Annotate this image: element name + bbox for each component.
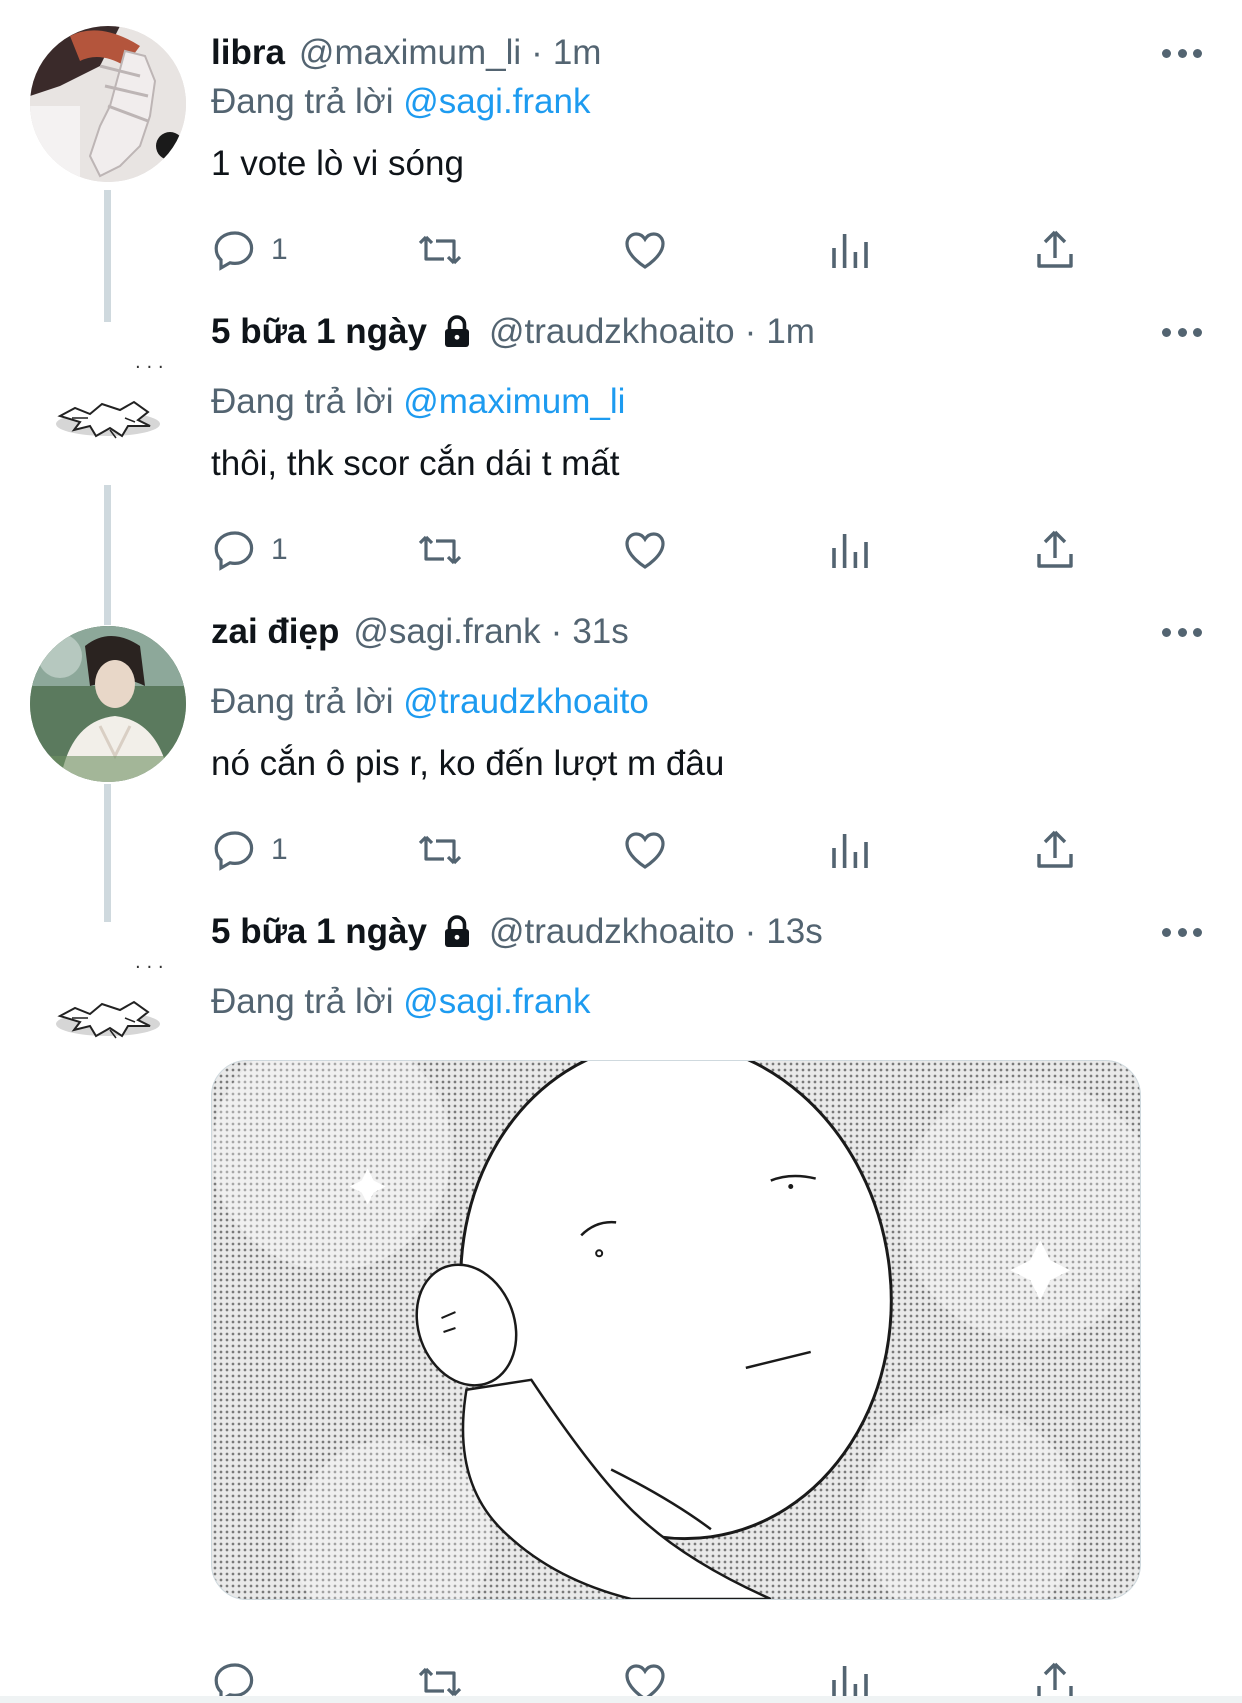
tweet[interactable]: . . . 5 bữa 1 ngày @traudzkhoaito · 13s … <box>0 912 1242 1703</box>
views-button[interactable] <box>826 520 874 580</box>
handle[interactable]: @maximum_li <box>299 33 521 73</box>
action-bar: 1 <box>211 820 1111 880</box>
retweet-icon <box>418 835 462 865</box>
more-icon[interactable] <box>1162 925 1202 939</box>
reply-button[interactable]: 1 <box>211 220 288 280</box>
reply-context: Đang trả lời @maximum_li <box>211 382 625 422</box>
views-button[interactable] <box>826 220 874 280</box>
mention-link[interactable]: @traudzkhoaito <box>403 682 649 721</box>
mention-link[interactable]: @sagi.frank <box>403 982 590 1021</box>
like-button[interactable] <box>621 820 669 880</box>
reply-button[interactable]: 1 <box>211 520 288 580</box>
share-button[interactable] <box>1031 520 1079 580</box>
display-name[interactable]: 5 bữa 1 ngày <box>211 912 427 952</box>
reply-icon <box>214 531 254 571</box>
reply-prefix: Đang trả lời <box>211 82 394 121</box>
reply-icon <box>214 831 254 871</box>
photo-avatar-hand <box>30 26 186 182</box>
reply-button[interactable]: 1 <box>211 820 288 880</box>
tweet-header: 5 bữa 1 ngày @traudzkhoaito · 1m <box>211 307 1122 357</box>
more-icon[interactable] <box>1162 625 1202 639</box>
doodle-avatar: . . . <box>30 926 186 1082</box>
mention-link[interactable]: @sagi.frank <box>403 82 590 121</box>
svg-text:. . .: . . . <box>135 952 164 973</box>
share-icon <box>1037 830 1073 868</box>
tweet-text: thôi, thk scor cắn dái t mất <box>211 444 620 483</box>
avatar[interactable]: . . . <box>30 326 186 482</box>
timestamp[interactable]: 13s <box>766 912 822 952</box>
separator: · <box>744 312 757 351</box>
tweet-header: zai điẹp @sagi.frank · 31s <box>211 607 1122 657</box>
share-button[interactable] <box>1031 220 1079 280</box>
more-icon[interactable] <box>1162 46 1202 60</box>
display-name[interactable]: libra <box>211 33 285 73</box>
reply-prefix: Đang trả lời <box>211 682 394 721</box>
lock-icon <box>444 915 469 947</box>
like-button[interactable] <box>621 220 669 280</box>
reply-count: 1 <box>271 533 288 566</box>
divider <box>0 1696 1242 1703</box>
reply-count: 1 <box>271 833 288 866</box>
views-icon <box>832 234 868 268</box>
mention-link[interactable]: @maximum_li <box>403 382 625 421</box>
tweet[interactable]: libra @maximum_li · 1m Đang trả lời @sag… <box>0 0 1242 320</box>
tweet-header: 5 bữa 1 ngày @traudzkhoaito · 13s <box>211 907 1122 957</box>
views-button[interactable] <box>826 820 874 880</box>
heart-icon <box>625 832 665 869</box>
timestamp[interactable]: 1m <box>766 312 815 352</box>
action-bar: 1 <box>211 520 1111 580</box>
handle[interactable]: @sagi.frank <box>353 612 540 652</box>
timestamp[interactable]: 1m <box>553 33 602 73</box>
svg-text:. . .: . . . <box>135 352 164 373</box>
handle[interactable]: @traudzkhoaito <box>489 912 735 952</box>
share-button[interactable] <box>1031 820 1079 880</box>
tweet[interactable]: . . . 5 bữa 1 ngày @traudzkhoaito · 1m Đ… <box>0 312 1242 620</box>
tweet-media[interactable] <box>211 1060 1141 1600</box>
retweet-icon <box>418 235 462 265</box>
avatar[interactable]: . . . <box>30 926 186 1082</box>
handle[interactable]: @traudzkhoaito <box>489 312 735 352</box>
like-button[interactable] <box>621 520 669 580</box>
retweet-button[interactable] <box>416 820 464 880</box>
tweet-text: nó cắn ô pis r, ko đến lượt m đâu <box>211 744 725 783</box>
retweet-icon <box>418 535 462 565</box>
reply-prefix: Đang trả lời <box>211 982 394 1021</box>
views-icon <box>832 534 868 568</box>
avatar[interactable] <box>30 626 186 782</box>
reply-context: Đang trả lời @sagi.frank <box>211 982 590 1022</box>
share-icon <box>1037 230 1073 268</box>
avatar[interactable] <box>30 26 186 182</box>
reply-context: Đang trả lời @traudzkhoaito <box>211 682 649 722</box>
display-name[interactable]: zai điẹp <box>211 612 339 652</box>
tweet[interactable]: zai điẹp @sagi.frank · 31s Đang trả lời … <box>0 612 1242 920</box>
tweet-text: 1 vote lò vi sóng <box>211 144 464 183</box>
reply-context: Đang trả lời @sagi.frank <box>211 82 590 122</box>
action-bar: 1 <box>211 220 1111 280</box>
tweet-header: libra @maximum_li · 1m <box>211 28 1122 78</box>
retweet-button[interactable] <box>416 520 464 580</box>
timestamp[interactable]: 31s <box>572 612 628 652</box>
reply-count: 1 <box>271 233 288 266</box>
doodle-avatar: . . . <box>30 326 186 482</box>
photo-avatar-person <box>30 626 186 782</box>
manga-egg-head-image <box>212 1061 1140 1599</box>
views-icon <box>832 834 868 868</box>
heart-icon <box>625 232 665 269</box>
more-icon[interactable] <box>1162 325 1202 339</box>
display-name[interactable]: 5 bữa 1 ngày <box>211 312 427 352</box>
heart-icon <box>625 532 665 569</box>
retweet-button[interactable] <box>416 220 464 280</box>
separator: · <box>531 33 543 72</box>
separator: · <box>744 912 757 951</box>
reply-icon <box>214 231 254 271</box>
separator: · <box>550 612 563 651</box>
share-icon <box>1037 530 1073 568</box>
reply-prefix: Đang trả lời <box>211 382 394 421</box>
lock-icon <box>444 315 469 347</box>
